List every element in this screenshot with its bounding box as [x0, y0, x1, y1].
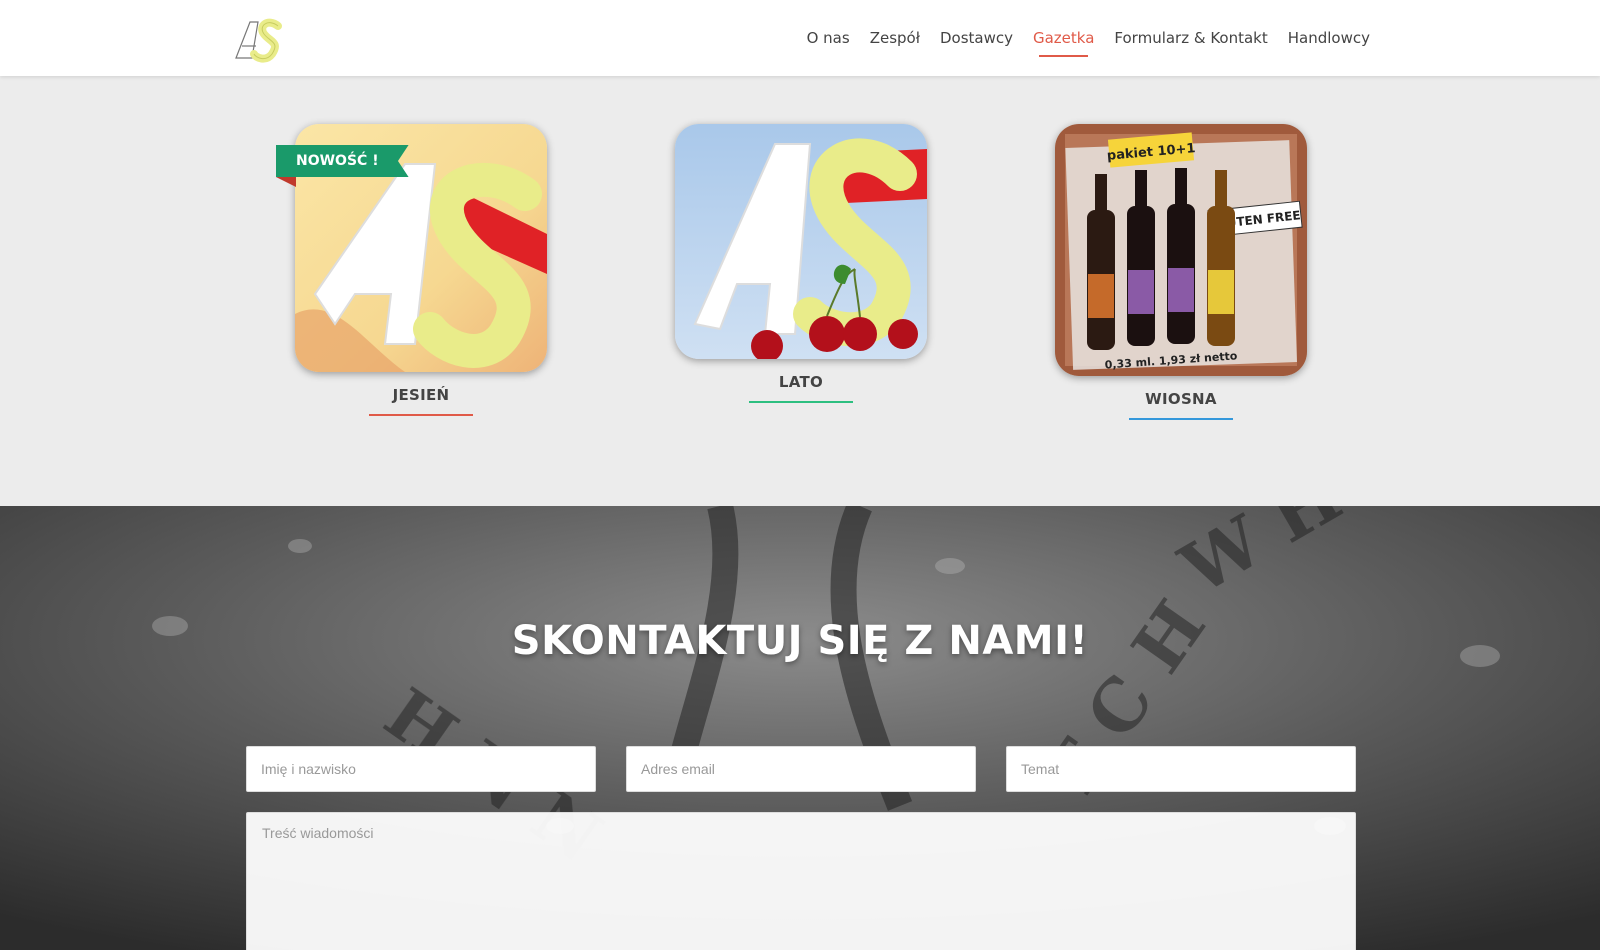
nav-dostawcy[interactable]: Dostawcy: [940, 23, 1013, 53]
name-input[interactable]: [246, 746, 596, 792]
message-textarea[interactable]: [246, 812, 1356, 950]
catalog-image-lato[interactable]: [675, 124, 927, 359]
catalog-label-jesien[interactable]: JESIEŃ: [294, 386, 548, 404]
catalog-label-wiosna[interactable]: WIOSNA: [1054, 390, 1308, 408]
catalog-underline-lato: [749, 401, 853, 403]
catalog-card-wiosna[interactable]: pakiet 10+1 GLUTEN FREE 0,33 ml. 1,93 zł…: [1054, 124, 1308, 420]
catalog-underline-wiosna: [1129, 418, 1233, 420]
catalog-label-lato[interactable]: LATO: [674, 373, 928, 391]
contact-title: SKONTAKTUJ SIĘ Z NAMI!: [511, 618, 1089, 664]
nav-formularz-kontakt[interactable]: Formularz & Kontakt: [1114, 23, 1267, 53]
catalog-image-wiosna[interactable]: pakiet 10+1 GLUTEN FREE 0,33 ml. 1,93 zł…: [1055, 124, 1307, 376]
nav-handlowcy[interactable]: Handlowcy: [1288, 23, 1370, 53]
site-header: O nas Zespół Dostawcy Gazetka Formularz …: [0, 0, 1600, 76]
email-input[interactable]: [626, 746, 976, 792]
main-nav: O nas Zespół Dostawcy Gazetka Formularz …: [807, 0, 1370, 76]
new-badge: NOWOŚĆ !: [276, 145, 409, 177]
subject-input[interactable]: [1006, 746, 1356, 792]
as-logo[interactable]: [232, 14, 288, 66]
nav-gazetka[interactable]: Gazetka: [1033, 23, 1094, 57]
nav-zespol[interactable]: Zespół: [870, 23, 920, 53]
catalog-underline-jesien: [369, 414, 473, 416]
nav-o-nas[interactable]: O nas: [807, 23, 850, 53]
catalog-card-lato[interactable]: LATO: [674, 124, 928, 403]
contact-section: W H H N N T C H SKONTAKTUJ SIĘ Z NAMI!: [0, 506, 1600, 950]
